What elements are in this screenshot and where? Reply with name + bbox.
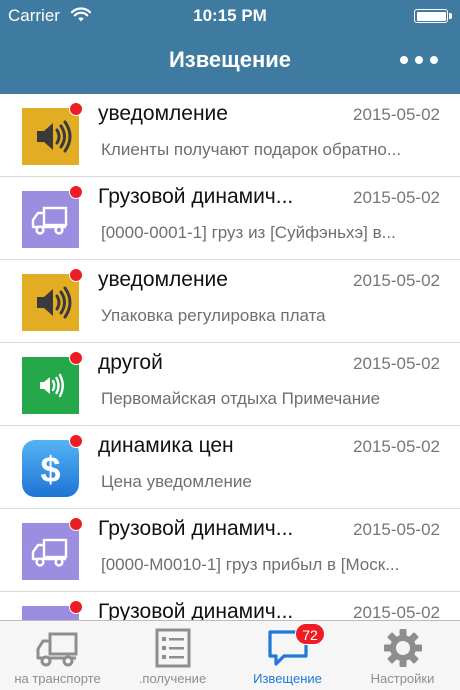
unread-dot-icon xyxy=(69,600,83,614)
notification-item[interactable]: другой 2015-05-02 Первомайская отдыха Пр… xyxy=(0,343,460,426)
notification-title: Грузовой динамич... xyxy=(98,517,294,540)
status-bar: Carrier 10:15 PM xyxy=(0,0,460,32)
tab-bar: на транспорте .получение 72 Извещение На… xyxy=(0,620,460,690)
tab-chat[interactable]: 72 Извещение xyxy=(230,621,345,690)
notification-title: динамика цен xyxy=(98,434,234,457)
unread-dot-icon xyxy=(69,102,83,116)
notification-preview: Первомайская отдыха Примечание xyxy=(101,389,381,408)
unread-count-badge: 72 xyxy=(295,623,325,645)
notification-item[interactable]: уведомление 2015-05-02 Упаковка регулиро… xyxy=(0,260,460,343)
svg-text:$: $ xyxy=(40,449,60,490)
top-bar: Carrier 10:15 PM Извещение xyxy=(0,0,460,94)
notification-title: другой xyxy=(98,351,163,374)
notification-date: 2015-05-02 xyxy=(353,105,440,124)
unread-dot-icon xyxy=(69,268,83,282)
tab-label: .получение xyxy=(138,671,207,686)
notification-item[interactable]: $ динамика цен 2015-05-02 Цена уведомлен… xyxy=(0,426,460,509)
speaker-icon xyxy=(22,108,79,165)
unread-dot-icon xyxy=(69,434,83,448)
app: Carrier 10:15 PM Извещение уведомление 2… xyxy=(0,0,460,690)
notification-preview: [0000-M0010-1] груз прибыл в [Моск... xyxy=(101,555,400,574)
notification-date: 2015-05-02 xyxy=(353,354,440,373)
notification-date: 2015-05-02 xyxy=(353,188,440,207)
more-dot-icon xyxy=(400,56,408,64)
notification-item[interactable]: уведомление 2015-05-02 Клиенты получают … xyxy=(0,94,460,177)
notification-title: Грузовой динамич... xyxy=(98,600,294,620)
notification-preview: Клиенты получают подарок обратно... xyxy=(101,140,402,159)
tab-label: на транспорте xyxy=(14,671,101,686)
unread-dot-icon xyxy=(69,185,83,199)
notification-date: 2015-05-02 xyxy=(353,271,440,290)
tab-label: Настройки xyxy=(370,671,435,686)
list-tab-icon xyxy=(151,628,195,668)
more-button[interactable] xyxy=(400,52,438,68)
tab-truck[interactable]: на транспорте xyxy=(0,621,115,690)
truck-tab-icon xyxy=(36,628,80,668)
notification-title: уведомление xyxy=(98,268,228,291)
dollar-icon: $ xyxy=(22,440,79,497)
notification-item[interactable]: Грузовой динамич... 2015-05-02 xyxy=(0,592,460,620)
notification-date: 2015-05-02 xyxy=(353,603,440,620)
gear-tab-icon xyxy=(381,628,425,668)
notification-list[interactable]: уведомление 2015-05-02 Клиенты получают … xyxy=(0,94,460,620)
notification-title: Грузовой динамич... xyxy=(98,185,294,208)
notification-date: 2015-05-02 xyxy=(353,520,440,539)
notification-preview: [0000-0001-1] груз из [Суйфэньхэ] в... xyxy=(101,223,396,242)
page-title: Извещение xyxy=(168,47,292,72)
notification-preview: Упаковка регулировка плата xyxy=(101,306,326,325)
truck-icon xyxy=(22,191,79,248)
more-dot-icon xyxy=(430,56,438,64)
tab-list[interactable]: .получение xyxy=(115,621,230,690)
status-time: 10:15 PM xyxy=(193,6,267,25)
battery-icon xyxy=(414,9,452,23)
notification-preview: Цена уведомление xyxy=(101,472,252,491)
speaker-icon xyxy=(22,274,79,331)
notification-title: уведомление xyxy=(98,102,228,125)
tab-gear[interactable]: Настройки xyxy=(345,621,460,690)
more-dot-icon xyxy=(415,56,423,64)
unread-dot-icon xyxy=(69,351,83,365)
truck-icon xyxy=(22,523,79,580)
speaker-small-icon xyxy=(22,357,79,414)
notification-date: 2015-05-02 xyxy=(353,437,440,456)
unread-dot-icon xyxy=(69,517,83,531)
notification-item[interactable]: Грузовой динамич... 2015-05-02 [0000-M00… xyxy=(0,509,460,592)
tab-label: Извещение xyxy=(253,671,322,686)
notification-item[interactable]: Грузовой динамич... 2015-05-02 [0000-000… xyxy=(0,177,460,260)
